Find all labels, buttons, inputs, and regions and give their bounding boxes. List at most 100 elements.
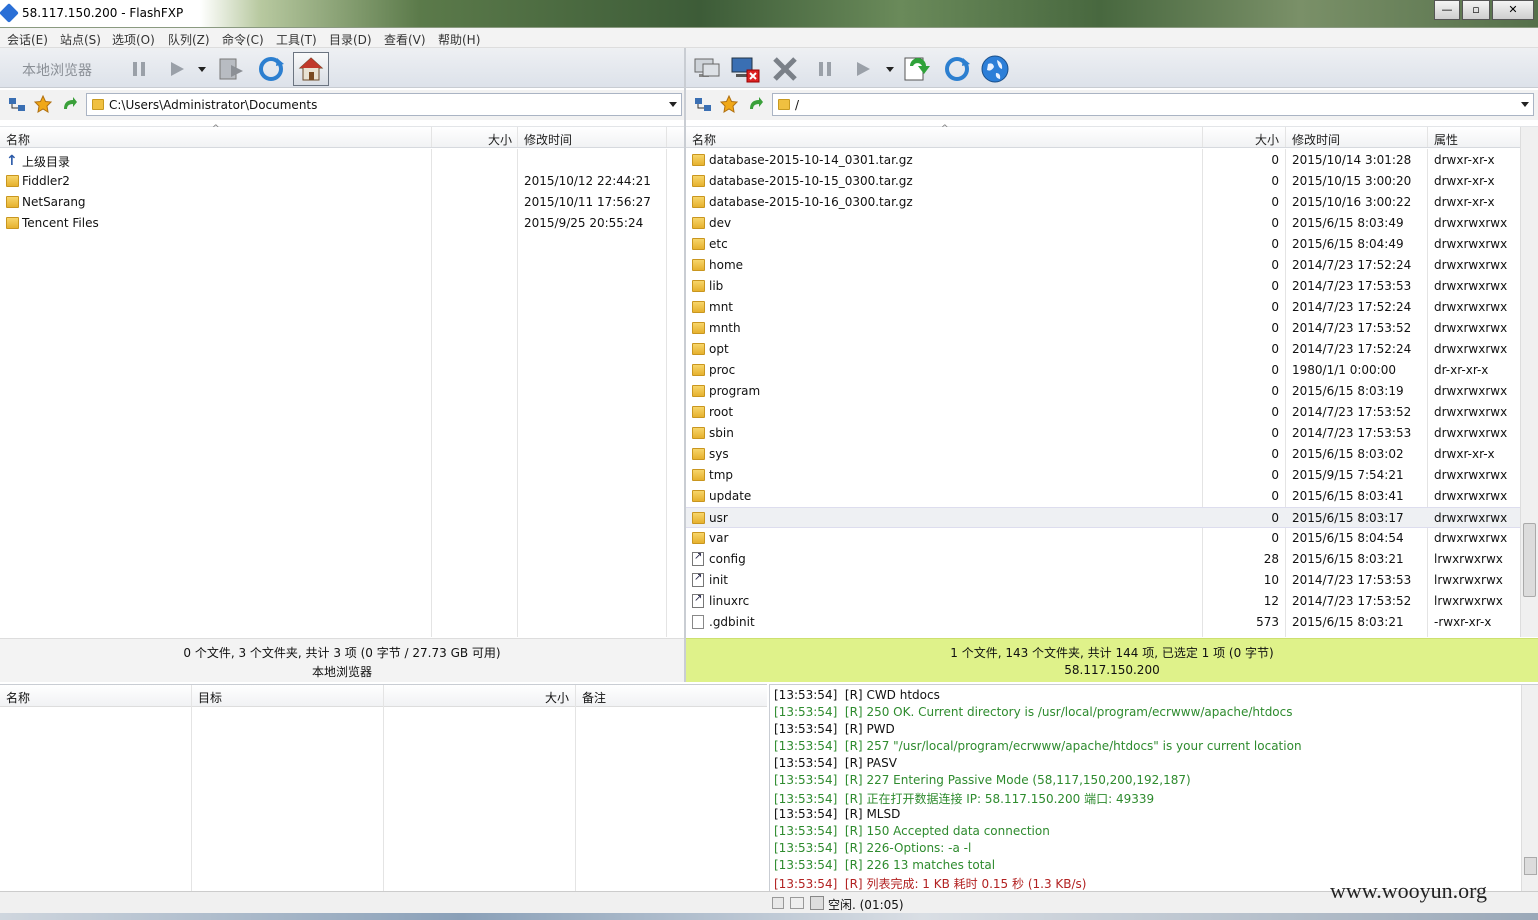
pane-splitter[interactable] (684, 48, 686, 682)
menu-sites[interactable]: 站点(S) (60, 31, 101, 48)
table-row[interactable]: NetSarang 2015/10/11 17:56:27 (0, 192, 684, 213)
home-icon[interactable] (293, 52, 329, 86)
table-row[interactable]: sbin 0 2014/7/23 17:53:53 drwxrwxrwx (686, 423, 1520, 444)
table-row[interactable]: mnt 0 2014/7/23 17:52:24 drwxrwxrwx (686, 297, 1520, 318)
queue-col-name[interactable]: 名称 (6, 689, 30, 706)
table-row[interactable]: home 0 2014/7/23 17:52:24 drwxrwxrwx (686, 255, 1520, 276)
scroll-thumb[interactable] (1523, 523, 1536, 597)
remote-play-icon[interactable] (848, 54, 878, 84)
file-name: database-2015-10-15_0300.tar.gz (709, 174, 913, 188)
table-row[interactable]: var 0 2015/6/15 8:04:54 drwxrwxrwx (686, 528, 1520, 549)
transfer-icon[interactable] (216, 54, 246, 84)
queue-col-note[interactable]: 备注 (582, 689, 606, 706)
remote-pause-icon[interactable] (810, 54, 840, 84)
chevron-down-icon[interactable] (669, 102, 677, 107)
abort-icon[interactable] (770, 54, 800, 84)
right-status-bar: 1 个文件, 143 个文件夹, 共计 144 项, 已选定 1 项 (0 字节… (686, 638, 1538, 682)
table-row[interactable]: mnth 0 2014/7/23 17:53:52 drwxrwxrwx (686, 318, 1520, 339)
up-folder-icon[interactable] (60, 95, 78, 116)
menu-session[interactable]: 会话(E) (7, 31, 48, 48)
col-attr-header[interactable]: 属性 (1434, 131, 1458, 148)
table-row[interactable]: sys 0 2015/6/15 8:03:02 drwxr-xr-x (686, 444, 1520, 465)
file-size: 0 (1271, 321, 1279, 335)
table-row[interactable]: database-2015-10-16_0300.tar.gz 0 2015/10/… (686, 192, 1520, 213)
sort-up-icon: ^ (941, 124, 949, 134)
table-row[interactable]: config 28 2015/6/15 8:03:21 lrwxrwxrwx (686, 549, 1520, 570)
table-row[interactable]: program 0 2015/6/15 8:03:19 drwxrwxrwx (686, 381, 1520, 402)
col-modified-header[interactable]: 修改时间 (1292, 131, 1340, 148)
table-row[interactable]: database-2015-10-14_0301.tar.gz 0 2015/10/… (686, 150, 1520, 171)
left-address-bar: C:\Users\Administrator\Documents (0, 90, 684, 120)
table-row[interactable]: update 0 2015/6/15 8:03:41 drwxrwxrwx (686, 486, 1520, 507)
log-scroll-thumb[interactable] (1524, 857, 1537, 875)
table-row[interactable]: Fiddler2 2015/10/12 22:44:21 (0, 171, 684, 192)
file-name: var (709, 531, 729, 545)
right-file-list: database-2015-10-14_0301.tar.gz 0 2015/10/… (686, 127, 1538, 637)
log-text: 列表完成: 1 KB 耗时 0.15 秒 (1.3 KB/s) (866, 877, 1087, 891)
col-size-header[interactable]: 大小 (1255, 131, 1279, 148)
queue-col-size[interactable]: 大小 (545, 689, 569, 706)
table-row[interactable]: ↑ 上级目录 (0, 150, 684, 171)
log-tag: [R] (844, 792, 863, 806)
col-name-header[interactable]: 名称 (6, 131, 30, 148)
menu-directory[interactable]: 目录(D) (329, 31, 372, 48)
remote-favorites-star-icon[interactable] (719, 94, 739, 116)
table-row[interactable]: dev 0 2015/6/15 8:03:49 drwxrwxrwx (686, 213, 1520, 234)
table-row[interactable]: proc 0 1980/1/1 0:00:00 dr-xr-xr-x (686, 360, 1520, 381)
close-button[interactable]: ✕ (1492, 0, 1534, 20)
remote-transfer-icon[interactable] (902, 54, 932, 84)
remote-sites-icon[interactable] (694, 96, 712, 117)
col-size-header[interactable]: 大小 (488, 131, 512, 148)
maximize-button[interactable]: ▫ (1462, 0, 1490, 20)
remote-up-folder-icon[interactable] (746, 95, 764, 116)
refresh-icon[interactable] (256, 54, 286, 84)
table-row[interactable]: usr 0 2015/6/15 8:03:17 drwxrwxrwx (686, 507, 1520, 528)
file-attr: drwxrwxrwx (1434, 405, 1508, 419)
file-attr: drwxr-xr-x (1434, 195, 1495, 209)
log-tag: [R] (844, 739, 863, 753)
globe-icon[interactable] (980, 54, 1010, 84)
menu-queue[interactable]: 队列(Z) (168, 31, 210, 48)
folder-icon (692, 364, 705, 376)
remote-path-combobox[interactable]: / (772, 93, 1534, 116)
table-row[interactable]: tmp 0 2015/9/15 7:54:21 drwxrwxrwx (686, 465, 1520, 486)
local-path-combobox[interactable]: C:\Users\Administrator\Documents (86, 93, 682, 116)
menu-help[interactable]: 帮助(H) (438, 31, 480, 48)
table-row[interactable]: root 0 2014/7/23 17:53:52 drwxrwxrwx (686, 402, 1520, 423)
remote-play-dropdown-icon[interactable] (882, 54, 898, 84)
chevron-down-icon[interactable] (1521, 102, 1529, 107)
log-text: 226 13 matches total (866, 858, 996, 872)
table-row[interactable]: .gdbinit 573 2015/6/15 8:03:21 -rwxr-xr-x (686, 612, 1520, 633)
play-icon[interactable] (162, 54, 192, 84)
log-time: [13:53:54] (774, 688, 838, 702)
pause-icon[interactable] (124, 54, 154, 84)
table-row[interactable]: database-2015-10-15_0300.tar.gz 0 2015/10/… (686, 171, 1520, 192)
table-row[interactable]: opt 0 2014/7/23 17:52:24 drwxrwxrwx (686, 339, 1520, 360)
log-tag: [R] (844, 824, 863, 838)
file-size: 0 (1271, 405, 1279, 419)
menu-view[interactable]: 查看(V) (384, 31, 426, 48)
table-row[interactable]: linuxrc 12 2014/7/23 17:53:52 lrwxrwxrwx (686, 591, 1520, 612)
menu-commands[interactable]: 命令(C) (222, 31, 264, 48)
menu-options[interactable]: 选项(O) (112, 31, 155, 48)
play-dropdown-icon[interactable] (194, 54, 210, 84)
favorites-star-icon[interactable] (33, 94, 53, 116)
disconnect-icon[interactable] (730, 54, 760, 84)
connect-icon[interactable] (692, 54, 722, 84)
folder-icon (6, 175, 19, 187)
file-attr: drwxrwxrwx (1434, 426, 1508, 440)
table-row[interactable]: init 10 2014/7/23 17:53:53 lrwxrwxrwx (686, 570, 1520, 591)
col-modified-header[interactable]: 修改时间 (524, 131, 572, 148)
queue-col-target[interactable]: 目标 (198, 689, 222, 706)
table-row[interactable]: Tencent Files 2015/9/25 20:55:24 (0, 213, 684, 234)
right-scrollbar[interactable] (1520, 127, 1538, 637)
log-scrollbar[interactable] (1521, 685, 1538, 892)
remote-refresh-icon[interactable] (942, 54, 972, 84)
minimize-button[interactable]: — (1434, 0, 1460, 20)
sites-icon[interactable] (8, 96, 26, 117)
menu-tools[interactable]: 工具(T) (276, 31, 317, 48)
local-browser-label[interactable]: 本地浏览器 (22, 60, 92, 80)
table-row[interactable]: lib 0 2014/7/23 17:53:53 drwxrwxrwx (686, 276, 1520, 297)
col-name-header[interactable]: 名称 (692, 131, 716, 148)
table-row[interactable]: etc 0 2015/6/15 8:04:49 drwxrwxrwx (686, 234, 1520, 255)
